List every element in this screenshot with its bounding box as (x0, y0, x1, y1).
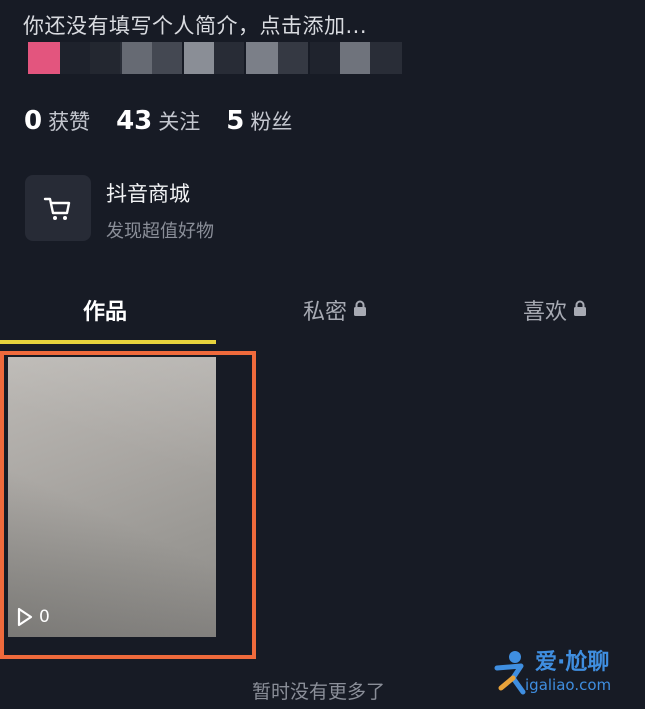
watermark-url: igaliao.com (525, 676, 612, 694)
stat-likes[interactable]: 0 获赞 (24, 106, 90, 136)
stat-likes-value: 0 (24, 106, 43, 136)
stat-following-label: 关注 (158, 110, 201, 134)
stat-following-value: 43 (116, 106, 153, 136)
tab-likes-label: 喜欢 (523, 300, 568, 325)
shop-title[interactable]: 抖音商城 (106, 178, 190, 208)
stat-followers-label: 粉丝 (250, 110, 293, 134)
watermark: 爱·尬聊 igaliao.com (485, 644, 640, 704)
lock-icon (353, 298, 367, 323)
tab-likes[interactable]: 喜欢 (523, 294, 587, 326)
tab-private-label: 私密 (303, 300, 348, 325)
lock-icon (573, 298, 587, 323)
profile-stats: 0 获赞 43 关注 5 粉丝 (24, 106, 318, 136)
stat-followers[interactable]: 5 粉丝 (226, 106, 292, 136)
stat-likes-label: 获赞 (48, 110, 91, 134)
highlight-annotation-box (0, 351, 256, 659)
tab-works[interactable]: 作品 (83, 294, 127, 326)
stat-following[interactable]: 43 关注 (116, 106, 200, 136)
watermark-text: 爱·尬聊 (535, 650, 610, 675)
tab-works-label: 作品 (83, 300, 128, 325)
active-tab-indicator (0, 340, 216, 344)
shop-subtitle: 发现超值好物 (106, 221, 214, 242)
pixelated-tags (28, 42, 408, 74)
bio-placeholder[interactable]: 你还没有填写个人简介，点击添加... (23, 10, 367, 40)
shopping-cart-icon[interactable] (25, 175, 91, 241)
no-more-content-text: 暂时没有更多了 (252, 681, 386, 703)
tab-private[interactable]: 私密 (303, 294, 367, 326)
stat-followers-value: 5 (226, 106, 245, 136)
